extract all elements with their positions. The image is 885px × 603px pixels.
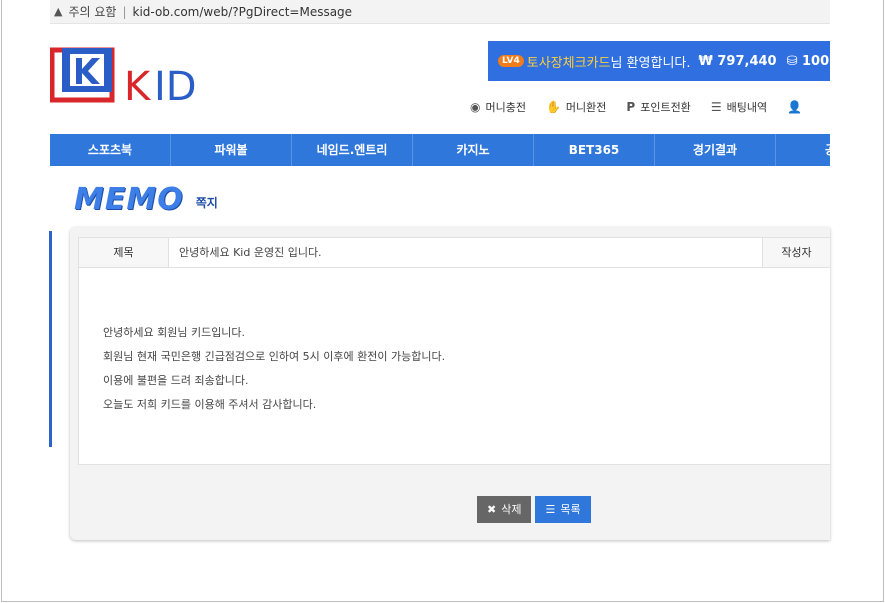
message-line: 오늘도 저희 키드를 이용해 주셔서 감사합니다.: [103, 398, 317, 411]
nav-sportsbook[interactable]: 스포츠북: [50, 134, 171, 166]
submenu-label: 머니환전: [565, 101, 607, 114]
warning-triangle-icon: ▲: [54, 5, 63, 18]
greeting-text: 님 환영합니다.: [610, 55, 691, 71]
subject-label: 제목: [79, 238, 169, 267]
delete-button-label: 삭제: [501, 503, 522, 516]
submenu-point-convert[interactable]: P 포인트전환: [626, 99, 690, 115]
message-line: 회원님 현재 국민은행 긴급점검으로 인하여 5시 이후에 환전이 가능합니다.: [103, 350, 446, 363]
p-icon: P: [626, 100, 636, 114]
main-nav: 스포츠북 파워볼 네임드.엔트리 카지노 BET365 경기결과 공지: [50, 134, 830, 166]
page-title: MEMO 쪽지: [74, 182, 218, 217]
submenu-money-exchange[interactable]: ✋ 머니환전: [546, 99, 606, 115]
message-header: 제목 안녕하세요 Kid 운영진 입니다. 작성자: [79, 238, 830, 268]
hand-money-icon: ✋: [545, 100, 561, 114]
user-icon: 👤: [787, 100, 803, 114]
page-title-big: MEMO: [74, 182, 184, 217]
welcome-bar: LV4 토사장체크카드 님 환영합니다. ₩ 797,440 ⛁ 100P: [488, 41, 830, 81]
kid-logo-icon: K ID: [49, 47, 197, 110]
message-body: 안녕하세요 회원님 키드입니다. 회원님 현재 국민은행 긴급점검으로 인하여 …: [79, 268, 830, 420]
coins-stack-icon: ⛁: [786, 53, 798, 69]
delete-button[interactable]: ✖ 삭제: [477, 496, 532, 523]
subject-text: 안녕하세요 Kid 운영진 입니다.: [179, 246, 322, 259]
list-button[interactable]: ☰ 목록: [535, 496, 591, 523]
coins-icon: ◉: [470, 100, 481, 114]
nav-notice[interactable]: 공지: [776, 134, 830, 166]
site-logo[interactable]: K ID: [49, 46, 220, 110]
close-icon: ✖: [487, 503, 497, 516]
sub-menu: ◉ 머니충전 ✋ 머니환전 P 포인트전환 ☰ 배팅내역 👤: [470, 96, 830, 118]
address-separator: |: [122, 4, 127, 19]
submenu-label: 머니충전: [485, 101, 526, 114]
page-title-small: 쪽지: [195, 196, 218, 210]
nav-casino[interactable]: 카지노: [413, 134, 534, 166]
submenu-user[interactable]: 👤: [787, 100, 807, 114]
nav-powerball[interactable]: 파워볼: [171, 134, 292, 166]
message-line: 이용에 불편을 드려 죄송합니다.: [103, 374, 249, 387]
author-label: 작성자: [762, 238, 830, 267]
url-text[interactable]: kid-ob.com/web/?PgDirect=Message: [133, 5, 353, 19]
level-badge: LV4: [498, 55, 524, 67]
security-notice[interactable]: 주의 요함: [68, 3, 116, 20]
logo-id-letters: ID: [154, 64, 197, 104]
action-buttons: ✖ 삭제 ☰ 목록: [477, 496, 595, 523]
submenu-label: 포인트전환: [640, 101, 691, 114]
list-icon: ☰: [710, 100, 722, 114]
submenu-money-charge[interactable]: ◉ 머니충전: [470, 99, 526, 115]
message-panel: 제목 안녕하세요 Kid 운영진 입니다. 작성자 안녕하세요 회원님 키드입니…: [70, 227, 830, 540]
points-amount: 100P: [802, 53, 830, 69]
list-button-label: 목록: [560, 503, 581, 516]
side-accent-line: [49, 231, 52, 447]
list-icon: ☰: [545, 503, 556, 516]
balance-amount: ₩ 797,440: [698, 53, 777, 69]
logo-k-letter: K: [124, 64, 152, 104]
message-line: 안녕하세요 회원님 키드입니다.: [103, 326, 246, 339]
message-view: 제목 안녕하세요 Kid 운영진 입니다. 작성자 안녕하세요 회원님 키드입니…: [78, 237, 830, 465]
submenu-label: 배팅내역: [726, 101, 768, 114]
nav-bet365[interactable]: BET365: [534, 134, 655, 166]
address-bar[interactable]: ▲ 주의 요함 | kid-ob.com/web/?PgDirect=Messa…: [50, 0, 830, 24]
submenu-bet-history[interactable]: ☰ 배팅내역: [711, 99, 767, 115]
nav-results[interactable]: 경기결과: [655, 134, 776, 166]
nav-named-entry[interactable]: 네임드.엔트리: [292, 134, 413, 166]
username[interactable]: 토사장체크카드: [527, 52, 611, 71]
points-display: ⛁ 100P: [787, 54, 830, 69]
